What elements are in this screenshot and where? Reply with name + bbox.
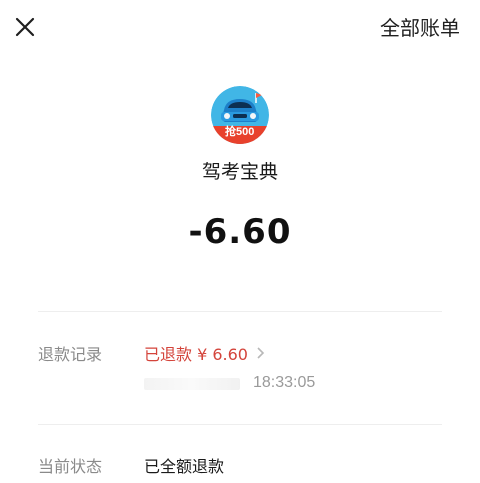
close-button[interactable] <box>8 10 42 44</box>
top-bar: 全部账单 <box>0 0 480 56</box>
logo-badge-text: 抢500 <box>225 126 255 138</box>
chevron-right-icon <box>256 343 265 367</box>
refund-record-link[interactable]: 已退款 ¥ 6.60 <box>144 343 265 367</box>
transaction-amount: -6.60 <box>188 212 292 252</box>
merchant-logo: 抢500 <box>211 86 269 144</box>
status-value: 已全额退款 <box>144 457 225 476</box>
close-icon <box>15 17 35 37</box>
refund-record-label: 退款记录 <box>38 345 103 364</box>
refund-time: 18:33:05 <box>253 374 316 391</box>
status-label: 当前状态 <box>38 457 103 476</box>
divider <box>38 424 442 425</box>
all-bills-link[interactable]: 全部账单 <box>380 14 460 42</box>
refund-record-value: 已退款 ¥ 6.60 <box>144 345 248 364</box>
redacted-date <box>144 378 240 390</box>
divider <box>38 311 442 312</box>
merchant-name: 驾考宝典 <box>201 161 278 183</box>
